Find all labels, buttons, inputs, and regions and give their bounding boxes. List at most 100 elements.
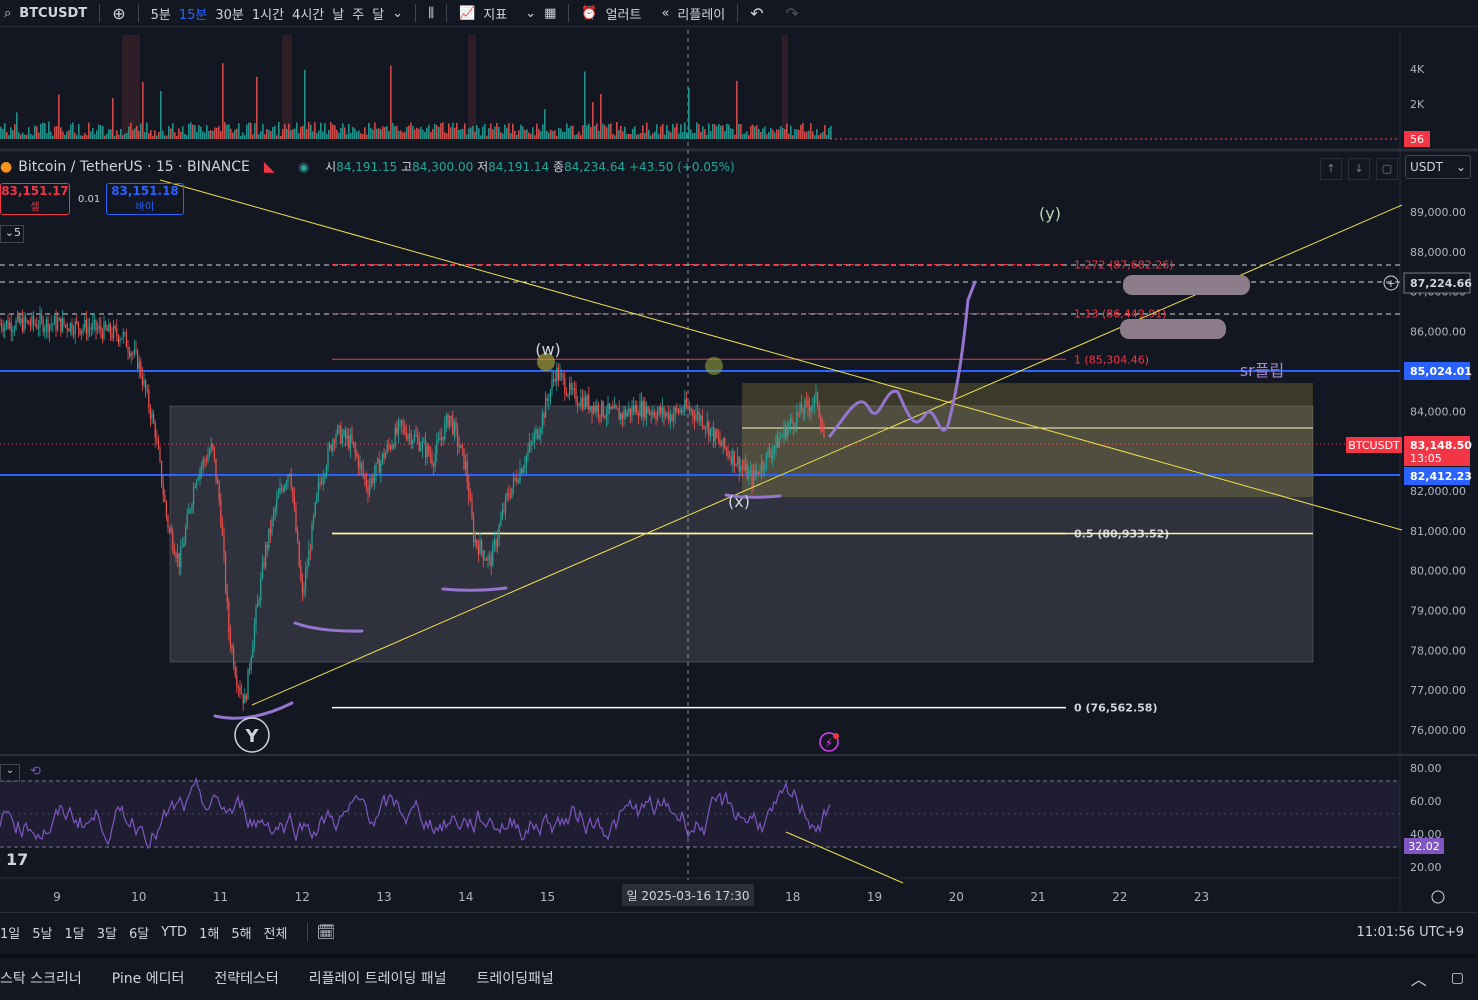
candle-body — [13, 329, 15, 331]
indicators-button[interactable]: 지표 — [479, 4, 511, 23]
brush-highlight[interactable] — [1123, 275, 1250, 295]
undo-icon[interactable]: ↶ — [746, 4, 767, 23]
buy-button[interactable]: 83,151.18 바이 — [106, 183, 184, 215]
tab-stock-screener[interactable]: 스탁 스크리너 — [0, 968, 82, 988]
tab-pine-editor[interactable]: Pine 에디터 — [112, 968, 185, 988]
interval-5m[interactable]: 5분 — [147, 4, 175, 23]
settings-gear-icon[interactable] — [1431, 890, 1445, 904]
time-tick-label: 22 — [1112, 890, 1127, 904]
replay-button[interactable]: 리플레이 — [673, 4, 729, 23]
wave-label-y-big: Y — [244, 726, 259, 747]
indicator-count-toggle[interactable]: ⌄5 — [0, 225, 24, 243]
volume-bar — [412, 125, 414, 139]
chart-area[interactable]: 1.272 (87,682.26) 1.13 (86,449.91) 1 (85,3… — [0, 30, 1478, 910]
interval-day[interactable]: 날 — [328, 4, 348, 23]
alarm-icon[interactable]: ⏰ — [577, 6, 601, 21]
volume-bar — [238, 123, 240, 139]
interval-30m[interactable]: 30분 — [211, 4, 248, 23]
sr-zone-box[interactable] — [742, 383, 1313, 497]
volume-bar — [426, 127, 428, 139]
volume-bar — [582, 125, 584, 139]
interval-1h[interactable]: 1시간 — [248, 4, 288, 23]
redo-icon[interactable]: ↷ — [782, 4, 803, 23]
volume-bar — [270, 131, 272, 139]
brush-stroke[interactable] — [213, 701, 294, 720]
tab-trading-panel[interactable]: 트레이딩패널 — [476, 968, 553, 988]
candle-body — [631, 406, 633, 415]
candle-body — [461, 445, 463, 449]
range-1y[interactable]: 1해 — [199, 923, 219, 942]
candle-body — [322, 477, 324, 484]
candle-body — [12, 330, 14, 332]
range-5y[interactable]: 5해 — [231, 923, 251, 942]
layouts-icon[interactable]: ▦ — [540, 6, 560, 21]
candle-body — [81, 330, 83, 334]
rsi-collapse[interactable]: ⌄ — [0, 764, 20, 782]
rewind-icon[interactable]: « — [657, 6, 673, 21]
arrow-down-icon[interactable]: ↓ — [1348, 158, 1370, 180]
candle-body — [565, 393, 567, 396]
search-icon[interactable]: ⌕ — [0, 6, 15, 21]
candle-body — [276, 498, 278, 509]
sell-button[interactable]: 83,151.17 셀 — [0, 183, 70, 215]
indicators-icon[interactable]: 📈 — [455, 6, 479, 21]
tab-replay-trading[interactable]: 리플레이 트레이딩 패널 — [309, 968, 447, 988]
range-ytd[interactable]: YTD — [161, 925, 187, 940]
interval-month[interactable]: 달 — [368, 4, 388, 23]
volume-bar — [304, 69, 306, 139]
candle-body — [610, 407, 612, 409]
candle-body — [41, 315, 43, 320]
candle-body — [761, 461, 763, 473]
interval-week[interactable]: 주 — [348, 4, 368, 23]
range-3m[interactable]: 3달 — [97, 923, 117, 942]
flag-icon[interactable]: ◣ — [264, 159, 275, 175]
candle-body — [738, 456, 740, 472]
range-1d[interactable]: 1일 — [0, 923, 20, 942]
maximize-icon[interactable]: ▢ — [1376, 158, 1398, 180]
range-5d[interactable]: 5날 — [32, 923, 52, 942]
candle-body — [313, 515, 315, 524]
volume-bar — [156, 135, 158, 139]
brush-highlight[interactable] — [1120, 319, 1226, 339]
candle-body — [665, 414, 667, 417]
add-symbol-icon[interactable]: ⊕ — [108, 4, 129, 23]
volume-bar — [600, 93, 602, 139]
candle-body — [797, 412, 799, 414]
lightning-glyph[interactable]: ⚡ — [825, 736, 833, 750]
candle-body — [409, 433, 411, 436]
arrow-up-icon[interactable]: ↑ — [1320, 158, 1342, 180]
interval-15m[interactable]: 15분 — [175, 4, 212, 23]
volume-bar — [6, 131, 8, 139]
range-all[interactable]: 전체 — [264, 923, 288, 942]
maximize-panel-icon[interactable]: ▢ — [1451, 970, 1464, 986]
volume-bar — [398, 130, 400, 139]
symbol-label[interactable]: BTCUSDT — [15, 6, 91, 21]
candle-body — [89, 327, 91, 329]
volume-bar — [562, 131, 564, 139]
chevron-up-icon[interactable]: ︿ — [1411, 966, 1427, 990]
tab-strategy-tester[interactable]: 전략테스터 — [214, 968, 278, 988]
clock-label[interactable]: 11:01:56 UTC+9 — [1357, 925, 1464, 940]
notification-dot — [833, 733, 839, 739]
plus-icon[interactable]: + — [1386, 277, 1395, 290]
currency-select[interactable]: USDT ⌄ — [1405, 155, 1471, 179]
alert-button[interactable]: 얼러트 — [602, 4, 646, 23]
tv-logo-icon: 17 — [6, 850, 28, 869]
volume-bar — [248, 122, 250, 139]
interval-4h[interactable]: 4시간 — [288, 4, 328, 23]
legend-title[interactable]: Bitcoin / TetherUS · 15 · BINANCE — [18, 159, 250, 175]
candles-icon[interactable]: ⫼ — [424, 6, 438, 21]
rsi-source-icon[interactable]: ⟲ — [30, 764, 41, 779]
chevron-down-icon[interactable]: ⌄ — [521, 6, 540, 21]
calendar-icon[interactable]: 🗓 — [316, 923, 335, 941]
candle-body — [268, 528, 270, 548]
candle-body — [484, 559, 486, 561]
candle-body — [501, 510, 503, 519]
range-1m[interactable]: 1달 — [64, 923, 84, 942]
chevron-down-icon[interactable]: ⌄ — [388, 6, 407, 21]
volume-tick-label: 4K — [1410, 63, 1425, 76]
candle-body — [228, 601, 230, 633]
range-6m[interactable]: 6달 — [129, 923, 149, 942]
volume-bar — [198, 125, 200, 139]
candle-body — [26, 320, 28, 322]
